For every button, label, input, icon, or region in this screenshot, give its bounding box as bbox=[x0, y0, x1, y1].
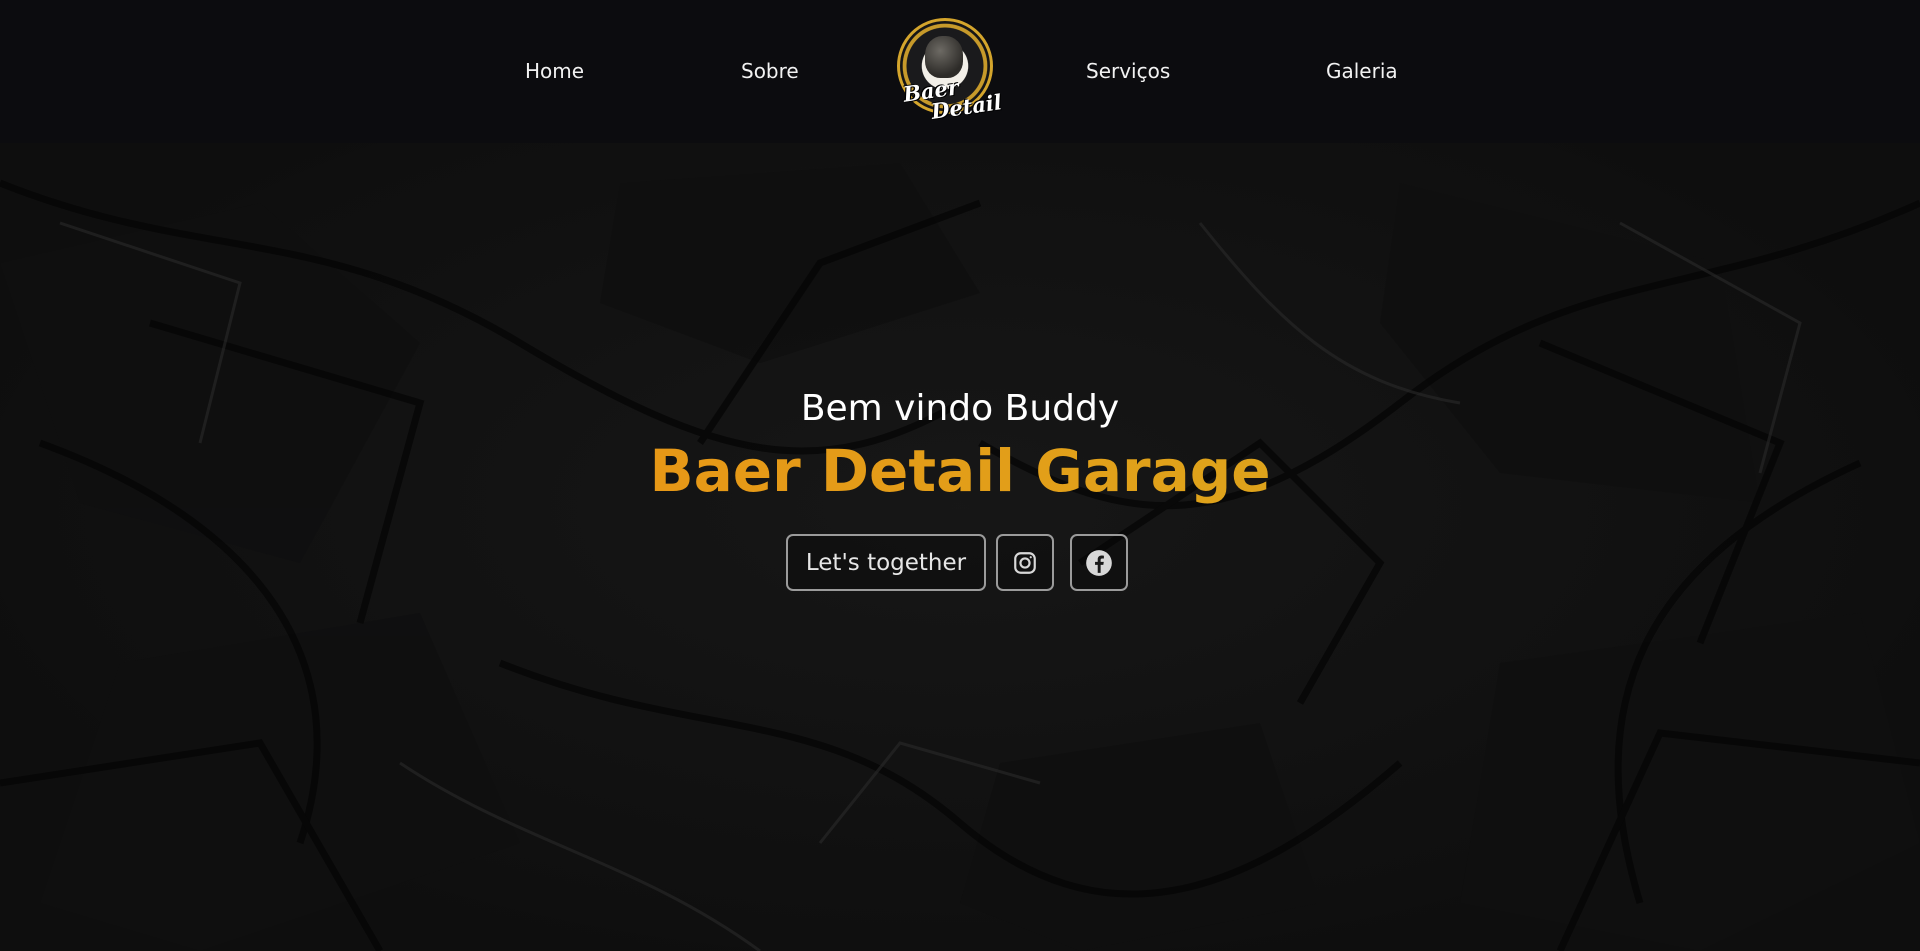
lets-together-button[interactable]: Let's together bbox=[786, 534, 986, 591]
facebook-icon bbox=[1085, 549, 1113, 577]
top-navbar: Home Sobre Baer Detail Serviços Galeria bbox=[0, 0, 1920, 143]
brand-logo[interactable]: Baer Detail bbox=[895, 16, 1003, 124]
nav-home-link[interactable]: Home bbox=[525, 58, 584, 84]
instagram-icon bbox=[1012, 550, 1038, 576]
nav-sobre-link[interactable]: Sobre bbox=[741, 58, 799, 84]
nav-galeria-link[interactable]: Galeria bbox=[1326, 58, 1398, 84]
nav-servicos-link[interactable]: Serviços bbox=[1086, 58, 1170, 84]
dog-mascot-icon bbox=[925, 36, 963, 78]
instagram-button[interactable] bbox=[996, 534, 1054, 591]
facebook-button[interactable] bbox=[1070, 534, 1128, 591]
